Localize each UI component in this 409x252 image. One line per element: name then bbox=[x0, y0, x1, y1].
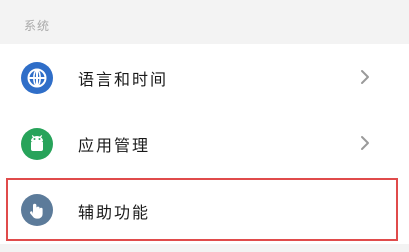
chevron-right-icon bbox=[356, 68, 374, 86]
settings-item-label: 辅助功能 bbox=[78, 203, 151, 222]
bottom-spacer bbox=[0, 244, 409, 252]
settings-item-accessibility[interactable]: 辅助功能 bbox=[0, 176, 409, 244]
settings-item-app-management[interactable]: 应用管理 bbox=[0, 110, 409, 176]
android-icon bbox=[21, 128, 53, 160]
globe-icon bbox=[21, 62, 53, 94]
hand-icon bbox=[21, 194, 53, 226]
settings-item-language-and-time[interactable]: 语言和时间 bbox=[0, 44, 409, 110]
settings-item-label: 语言和时间 bbox=[78, 70, 169, 89]
section-title: 系统 bbox=[24, 19, 51, 33]
section-header: 系统 bbox=[0, 0, 409, 44]
chevron-right-icon bbox=[356, 134, 374, 152]
settings-item-label: 应用管理 bbox=[78, 136, 151, 155]
